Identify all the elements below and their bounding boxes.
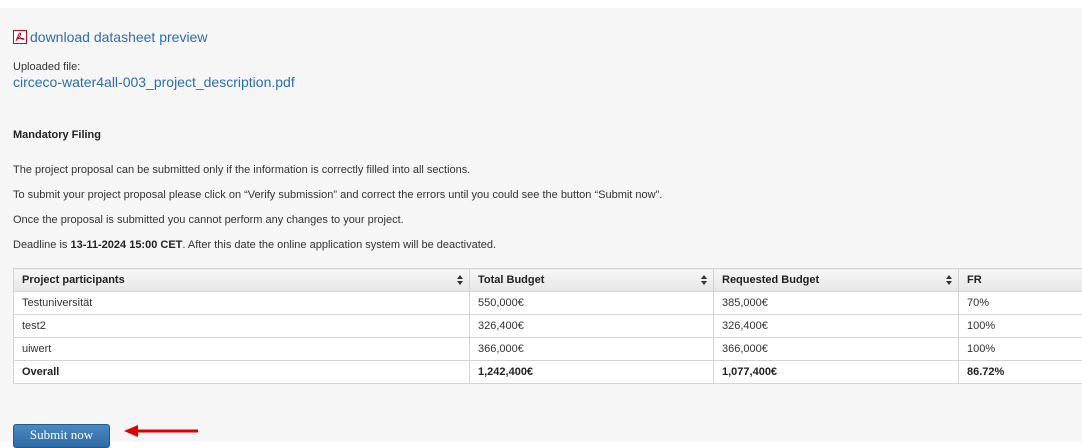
- column-header-total-budget[interactable]: Total Budget: [470, 269, 714, 292]
- uploaded-file-link[interactable]: circeco-water4all-003_project_descriptio…: [13, 74, 295, 90]
- budget-table: Project participants Total Budget Reques…: [13, 268, 1082, 384]
- fr-cell: 100%: [959, 315, 1082, 338]
- info-text-1: The project proposal can be submitted on…: [13, 164, 470, 176]
- sort-icon: [457, 275, 463, 285]
- deadline-prefix: Deadline is: [13, 239, 70, 251]
- download-datasheet-label: download datasheet preview: [30, 29, 207, 45]
- overall-requested-budget-cell: 1,077,400€: [714, 361, 959, 384]
- requested-budget-cell: 385,000€: [714, 292, 959, 315]
- participant-cell: uiwert: [14, 338, 470, 361]
- table-row: test2 326,400€ 326,400€ 100%: [14, 315, 1082, 338]
- budget-table-container: Project participants Total Budget Reques…: [13, 268, 1082, 384]
- deadline-text: Deadline is 13-11-2024 15:00 CET. After …: [13, 239, 496, 251]
- submit-now-button[interactable]: Submit now: [13, 424, 110, 448]
- total-budget-cell: 366,000€: [470, 338, 714, 361]
- sort-icon: [946, 275, 952, 285]
- column-header-requested-budget[interactable]: Requested Budget: [714, 269, 959, 292]
- overall-total-budget-cell: 1,242,400€: [470, 361, 714, 384]
- fr-cell: 70%: [959, 292, 1082, 315]
- column-header-label: Project participants: [22, 274, 125, 286]
- section-title: Mandatory Filing: [13, 129, 101, 141]
- red-arrow-icon: [124, 424, 198, 438]
- fr-cell: 100%: [959, 338, 1082, 361]
- info-text-3: Once the proposal is submitted you canno…: [13, 214, 404, 226]
- total-budget-cell: 326,400€: [470, 315, 714, 338]
- participant-cell: test2: [14, 315, 470, 338]
- total-budget-cell: 550,000€: [470, 292, 714, 315]
- table-total-row: Overall 1,242,400€ 1,077,400€ 86.72%: [14, 361, 1082, 384]
- table-row: uiwert 366,000€ 366,000€ 100%: [14, 338, 1082, 361]
- info-text-2: To submit your project proposal please c…: [13, 189, 662, 201]
- deadline-value: 13-11-2024 15:00 CET: [70, 239, 182, 251]
- table-header-row: Project participants Total Budget Reques…: [14, 269, 1082, 292]
- pdf-icon: [13, 30, 27, 44]
- column-header-label: FR: [967, 274, 982, 286]
- participant-cell: Testuniversität: [14, 292, 470, 315]
- column-header-label: Requested Budget: [722, 274, 819, 286]
- download-datasheet-link[interactable]: download datasheet preview: [13, 29, 207, 45]
- column-header-label: Total Budget: [478, 274, 544, 286]
- table-row: Testuniversität 550,000€ 385,000€ 70%: [14, 292, 1082, 315]
- sort-icon: [701, 275, 707, 285]
- requested-budget-cell: 366,000€: [714, 338, 959, 361]
- requested-budget-cell: 326,400€: [714, 315, 959, 338]
- uploaded-file-label: Uploaded file:: [13, 61, 80, 73]
- column-header-participants[interactable]: Project participants: [14, 269, 470, 292]
- column-header-fr[interactable]: FR: [959, 269, 1082, 292]
- overall-label-cell: Overall: [14, 361, 470, 384]
- overall-fr-cell: 86.72%: [959, 361, 1082, 384]
- deadline-suffix: . After this date the online application…: [182, 239, 496, 251]
